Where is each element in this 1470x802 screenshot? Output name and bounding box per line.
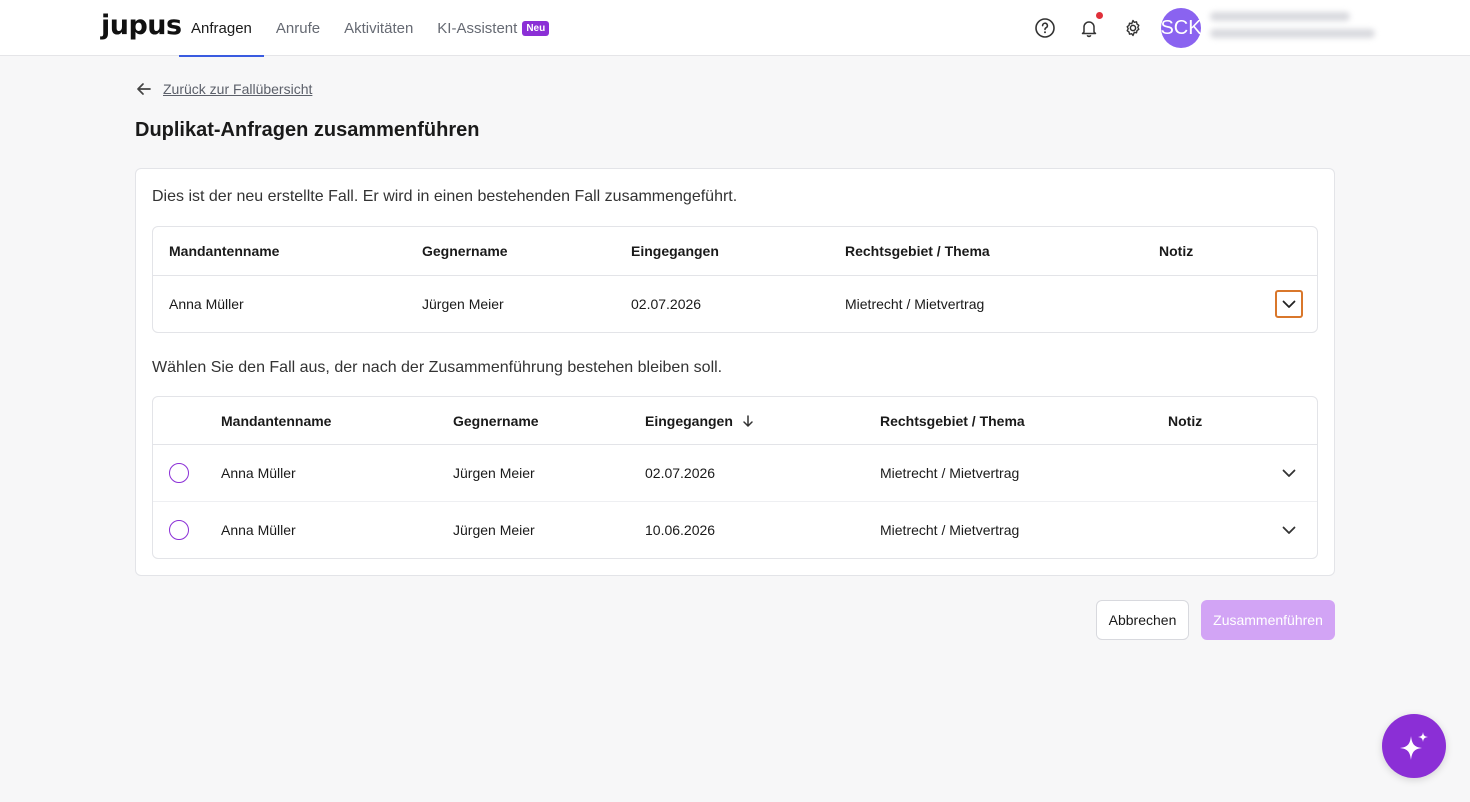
cell-client: Anna Müller xyxy=(221,522,296,538)
nav-item-ki-assistent[interactable]: KI-Assistent Neu xyxy=(425,0,561,56)
cell-client: Anna Müller xyxy=(169,296,244,312)
col-header-topic: Rechtsgebiet / Thema xyxy=(845,243,990,259)
cancel-button[interactable]: Abbrechen xyxy=(1096,600,1189,640)
avatar[interactable]: SCK xyxy=(1160,8,1202,48)
cell-client: Anna Müller xyxy=(221,465,296,481)
col-header-note: Notiz xyxy=(1159,243,1194,259)
bell-icon xyxy=(1081,21,1097,38)
back-link-label: Zurück zur Fallübersicht xyxy=(163,81,313,97)
help-button[interactable] xyxy=(1031,14,1059,42)
cell-topic: Mietrecht / Mietvertrag xyxy=(880,522,1020,538)
existing-cases-table: Mandantenname Gegnername Eingegangen Rec… xyxy=(152,396,1318,559)
logo[interactable]: jupus xyxy=(101,10,182,41)
table-row[interactable]: Anna Müller Jürgen Meier 10.06.2026 Miet… xyxy=(153,502,1317,558)
gear-icon xyxy=(1126,19,1140,37)
new-case-intro: Dies ist der neu erstellte Fall. Er wird… xyxy=(152,188,738,205)
nav-item-aktivitaeten[interactable]: Aktivitäten xyxy=(332,0,425,56)
chevron-down-icon xyxy=(1282,526,1296,534)
cell-opponent: Jürgen Meier xyxy=(453,522,535,538)
new-badge: Neu xyxy=(522,20,550,36)
col-header-note: Notiz xyxy=(1168,412,1203,429)
cell-topic: Mietrecht / Mietvertrag xyxy=(880,465,1020,481)
merge-button[interactable]: Zusammenführen xyxy=(1201,600,1335,640)
new-case-table: Mandantenname Gegnername Eingegangen Rec… xyxy=(152,226,1318,333)
nav-item-label: Aktivitäten xyxy=(344,19,414,37)
col-header-opponent: Gegnername xyxy=(422,243,508,259)
col-header-opponent: Gegnername xyxy=(453,412,539,429)
col-header-received: Eingegangen xyxy=(645,412,733,429)
cell-received: 02.07.2026 xyxy=(645,465,716,481)
cell-opponent: Jürgen Meier xyxy=(453,465,535,481)
main-nav: Anfragen Anrufe Aktivitäten KI-Assistent… xyxy=(179,0,561,57)
col-header-client: Mandantenname xyxy=(169,243,280,259)
arrow-left-icon xyxy=(137,83,151,95)
page-title: Duplikat-Anfragen zusammenführen xyxy=(135,119,480,141)
chevron-down-icon xyxy=(1282,469,1296,477)
help-icon xyxy=(1035,18,1055,38)
col-header-received: Eingegangen xyxy=(631,243,719,259)
settings-button[interactable] xyxy=(1119,14,1147,42)
col-header-client: Mandantenname xyxy=(221,412,332,429)
nav-item-label: KI-Assistent xyxy=(437,19,518,37)
chevron-down-icon xyxy=(1282,300,1296,308)
select-case-radio[interactable] xyxy=(169,520,189,540)
expand-row-button[interactable] xyxy=(1275,516,1303,544)
nav-item-anrufe[interactable]: Anrufe xyxy=(264,0,332,56)
expand-row-button[interactable] xyxy=(1275,290,1303,318)
user-info-redacted[interactable] xyxy=(1210,12,1375,46)
select-case-radio[interactable] xyxy=(169,463,189,483)
sparkle-icon xyxy=(1400,732,1428,760)
top-bar: jupus Anfragen Anrufe Aktivitäten KI-Ass… xyxy=(0,0,1470,57)
notification-dot xyxy=(1096,12,1103,19)
col-header-received-sortable[interactable]: Eingegangen xyxy=(645,397,755,444)
nav-item-label: Anfragen xyxy=(191,19,252,37)
table-row: Anna Müller Jürgen Meier 02.07.2026 Miet… xyxy=(153,276,1317,332)
merge-card: Dies ist der neu erstellte Fall. Er wird… xyxy=(135,168,1335,576)
col-header-topic: Rechtsgebiet / Thema xyxy=(880,412,1025,429)
table-header-row: Mandantenname Gegnername Eingegangen Rec… xyxy=(153,397,1317,445)
nav-item-label: Anrufe xyxy=(275,19,321,37)
cell-received: 10.06.2026 xyxy=(645,522,716,538)
expand-row-button[interactable] xyxy=(1275,459,1303,487)
table-row[interactable]: Anna Müller Jürgen Meier 02.07.2026 Miet… xyxy=(153,445,1317,502)
nav-item-anfragen[interactable]: Anfragen xyxy=(179,0,264,57)
table-header-row: Mandantenname Gegnername Eingegangen Rec… xyxy=(153,227,1317,276)
ai-assistant-button[interactable] xyxy=(1382,714,1446,778)
cell-received: 02.07.2026 xyxy=(631,296,702,312)
cell-topic: Mietrecht / Mietvertrag xyxy=(845,296,985,312)
arrow-down-icon xyxy=(743,414,753,427)
existing-cases-intro: Wählen Sie den Fall aus, der nach der Zu… xyxy=(152,359,723,376)
cell-opponent: Jürgen Meier xyxy=(422,296,504,312)
back-link[interactable]: Zurück zur Fallübersicht xyxy=(135,80,312,98)
